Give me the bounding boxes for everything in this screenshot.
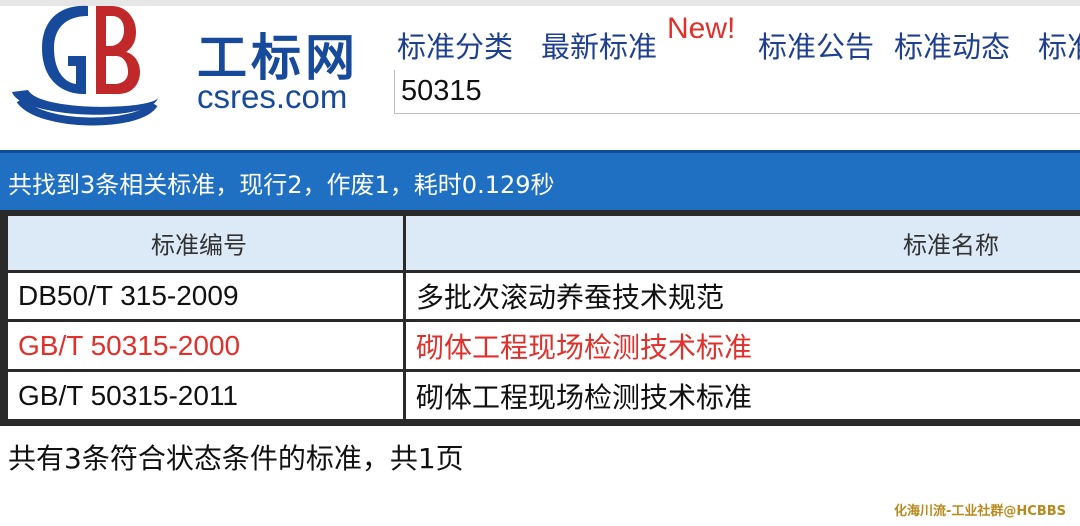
pagination-summary: 共有3条符合状态条件的标准，共1页: [8, 442, 464, 475]
logo-name-en: csres.com: [197, 78, 348, 115]
search-input[interactable]: [394, 70, 1080, 114]
nav-item-standard-announcements[interactable]: 标准公告: [758, 24, 874, 64]
nav-item-standard-more[interactable]: 标准: [1038, 24, 1080, 64]
result-summary-text: 共找到3条相关标准，现行2，作废1，耗时0.129秒: [8, 171, 555, 199]
nav-item-standard-categories[interactable]: 标准分类: [397, 24, 513, 64]
result-summary-bar: 共找到3条相关标准，现行2，作废1，耗时0.129秒: [0, 150, 1080, 210]
table-row-3-code[interactable]: GB/T 50315-2011: [8, 372, 403, 419]
standard-code-link[interactable]: DB50/T 315-2009: [18, 280, 239, 312]
top-nav: 标准分类 最新标准 New! 标准公告 标准动态 标准: [395, 14, 1080, 64]
nav-item-standard-news[interactable]: 标准动态: [894, 24, 1010, 64]
watermark: 化海川流-工业社群@HCBBS: [894, 504, 1066, 519]
standard-name-link[interactable]: 砌体工程现场检测技术标准: [416, 326, 752, 366]
standard-name-link[interactable]: 多批次滚动养蚕技术规范: [416, 276, 724, 316]
new-badge: New!: [667, 14, 736, 45]
standard-code-link[interactable]: GB/T 50315-2011: [18, 380, 238, 412]
results-table: 标准编号 标准名称 DB50/T 315-2009 多批次滚动养蚕技术规范 GB…: [0, 210, 1080, 426]
column-header-name: 标准名称: [406, 216, 1080, 270]
table-row-1-code[interactable]: DB50/T 315-2009: [8, 273, 403, 319]
site-logo[interactable]: 工标网 csres.com: [0, 0, 395, 130]
gb-logo-icon: [12, 5, 158, 126]
standard-name-link[interactable]: 砌体工程现场检测技术标准: [416, 376, 752, 416]
column-header-name-label: 标准名称: [903, 231, 999, 260]
column-header-code-label: 标准编号: [151, 231, 247, 260]
table-row-1-name[interactable]: 多批次滚动养蚕技术规范: [406, 273, 1080, 319]
page: 工标网 csres.com 标准分类 最新标准 New! 标准公告 标准动态 标…: [0, 0, 1080, 526]
nav-item-latest-standards[interactable]: 最新标准: [541, 24, 657, 64]
column-header-code: 标准编号: [8, 216, 403, 270]
table-row-2-name[interactable]: 砌体工程现场检测技术标准: [406, 322, 1080, 369]
table-row-2-code[interactable]: GB/T 50315-2000: [8, 322, 403, 369]
table-row-3-name[interactable]: 砌体工程现场检测技术标准: [406, 372, 1080, 419]
standard-code-link[interactable]: GB/T 50315-2000: [18, 330, 240, 362]
